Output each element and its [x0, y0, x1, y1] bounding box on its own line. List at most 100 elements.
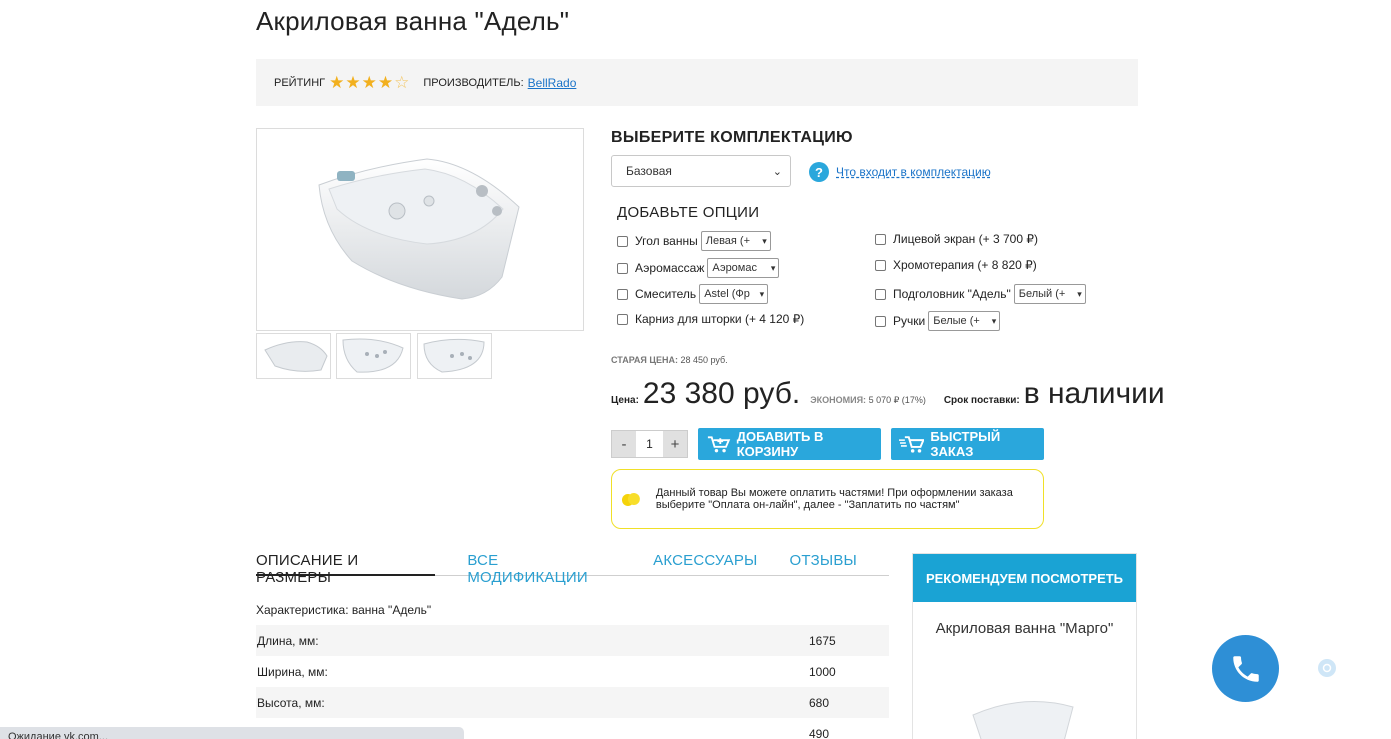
recommend-item-name[interactable]: Акриловая ванна "Марго" — [913, 620, 1136, 637]
chevron-down-icon: ▾ — [762, 235, 767, 246]
rating-label: РЕЙТИНГ — [274, 76, 326, 89]
option-select-value: Белые (+ — [933, 315, 980, 327]
option-checkbox[interactable] — [875, 233, 886, 245]
option-checkbox[interactable] — [875, 259, 886, 271]
old-price: СТАРАЯ ЦЕНА: 28 450 руб. — [611, 355, 728, 365]
old-price-value: 28 450 руб. — [680, 355, 728, 365]
option-select-value: Левая (+ — [705, 235, 751, 247]
star-icon: ★ — [329, 73, 345, 92]
option-checkbox[interactable] — [617, 288, 628, 300]
tab-description[interactable]: ОПИСАНИЕ И РАЗМЕРЫ — [256, 552, 436, 586]
recommend-panel: РЕКОМЕНДУЕМ ПОСМОТРЕТЬ Акриловая ванна "… — [912, 553, 1137, 739]
quick-order-button[interactable]: БЫСТРЫЙ ЗАКАЗ — [891, 428, 1044, 460]
chevron-down-icon: ▾ — [759, 288, 765, 299]
spec-value: 1675 — [809, 633, 836, 648]
product-meta-bar: РЕЙТИНГ ★ ★ ★ ★ ☆ ПРОИЗВОДИТЕЛЬ: BellRad… — [256, 59, 1138, 106]
table-row: Длина, мм: 1675 — [256, 625, 889, 656]
option-row: Лицевой экран (+ 3 700 ₽) — [875, 232, 1038, 246]
qty-plus-button[interactable]: + — [663, 431, 687, 457]
option-checkbox[interactable] — [875, 288, 886, 300]
configuration-select[interactable]: Базовая ⌄ — [611, 155, 791, 187]
maker-label: ПРОИЗВОДИТЕЛЬ: — [423, 76, 524, 89]
chevron-down-icon: ▾ — [770, 262, 776, 273]
installment-text: Данный товар Вы можете оплатить частями!… — [655, 487, 1013, 511]
call-button[interactable] — [1212, 635, 1279, 702]
price-row: Цена: 23 380 руб. ЭКОНОМИЯ: 5 070 ₽ (17%… — [611, 377, 1165, 411]
option-checkbox[interactable] — [875, 315, 886, 327]
product-main-image[interactable] — [256, 128, 584, 331]
option-label: Карниз для шторки (+ 4 120 ₽) — [635, 312, 805, 326]
option-select-value: Astel (Фр — [704, 288, 750, 300]
star-icon: ★ — [345, 73, 361, 92]
option-row: Аэромассаж Аэромас ▾ — [617, 258, 780, 278]
options-title: ДОБАВЬТЕ ОПЦИИ — [617, 204, 760, 221]
price-label: Цена: — [611, 395, 639, 406]
qty-value[interactable]: 1 — [636, 431, 663, 457]
configuration-help-link[interactable]: Что входит в комплектацию — [836, 165, 991, 179]
quantity-stepper: - 1 + — [611, 430, 688, 458]
option-label: Аэромассаж — [635, 261, 705, 275]
product-tabs: ОПИСАНИЕ И РАЗМЕРЫ ВСЕ МОДИФИКАЦИИ АКСЕС… — [256, 552, 889, 586]
option-row: Подголовник "Адель" Белый (+ ▾ — [875, 284, 1086, 304]
option-label: Угол ванны — [635, 234, 698, 248]
star-icon: ★ — [361, 73, 377, 92]
configuration-selected: Базовая — [626, 164, 672, 178]
chevron-down-icon: ▾ — [1077, 288, 1082, 299]
economy: ЭКОНОМИЯ: 5 070 ₽ (17%) — [810, 395, 926, 406]
option-checkbox[interactable] — [617, 235, 628, 247]
option-label: Смеситель — [635, 287, 697, 301]
tab-reviews[interactable]: ОТЗЫВЫ — [790, 552, 857, 576]
option-checkbox[interactable] — [617, 262, 628, 274]
product-thumbnail[interactable] — [336, 333, 411, 379]
chevron-down-icon: ▾ — [991, 315, 997, 326]
star-empty-icon: ☆ — [394, 73, 410, 92]
delivery-label: Срок поставки: — [943, 395, 1020, 406]
option-row: Ручки Белые (+ ▾ — [875, 311, 1001, 331]
product-thumbnail[interactable] — [256, 333, 331, 379]
option-select[interactable]: Astel (Фр ▾ — [699, 284, 769, 304]
table-row: Ширина, мм: 1000 — [256, 656, 889, 687]
maker-link[interactable]: BellRado — [528, 76, 577, 90]
economy-label: ЭКОНОМИЯ: — [810, 395, 867, 405]
tab-accessories[interactable]: АКСЕССУАРЫ — [653, 552, 757, 576]
delivery-value: в наличии — [1023, 377, 1165, 410]
option-select[interactable]: Белые (+ ▾ — [928, 311, 1001, 331]
option-select[interactable]: Левая (+ ▾ — [700, 231, 771, 251]
chat-widget-icon[interactable] — [1318, 659, 1336, 677]
option-select[interactable]: Аэромас ▾ — [707, 258, 780, 278]
option-checkbox[interactable] — [617, 313, 628, 325]
option-label: Лицевой экран (+ 3 700 ₽) — [893, 232, 1038, 246]
product-thumbnail[interactable] — [417, 333, 492, 379]
configuration-title: ВЫБЕРИТЕ КОМПЛЕКТАЦИЮ — [611, 129, 853, 146]
option-label: Подголовник "Адель" — [893, 287, 1011, 301]
option-select-value: Белый (+ — [1018, 288, 1066, 300]
economy-value: 5 070 ₽ (17%) — [868, 395, 926, 405]
spec-key: Высота, мм: — [257, 695, 325, 710]
phone-icon — [1232, 655, 1259, 682]
option-label: Хромотерапия (+ 8 820 ₽) — [893, 258, 1037, 272]
fast-cart-icon — [899, 436, 925, 453]
price-value: 23 380 руб. — [642, 377, 801, 410]
option-row: Смеситель Astel (Фр ▾ — [617, 284, 769, 304]
recommend-item-image[interactable] — [913, 685, 1136, 739]
question-icon[interactable]: ? — [809, 162, 829, 182]
add-to-cart-label: ДОБАВИТЬ В КОРЗИНУ — [736, 429, 824, 459]
quick-order-label: БЫСТРЫЙ ЗАКАЗ — [930, 429, 1001, 459]
product-title: Акриловая ванна "Адель" — [256, 6, 570, 36]
table-row: Высота, мм: 680 — [256, 687, 889, 718]
option-select-value: Аэромас — [712, 262, 757, 274]
chevron-down-icon: ⌄ — [772, 165, 782, 178]
browser-status-bar: Ожидание vk.com... — [0, 727, 464, 739]
cart-icon — [707, 436, 731, 453]
recommend-title: РЕКОМЕНДУЕМ ПОСМОТРЕТЬ — [913, 554, 1136, 602]
add-to-cart-button[interactable]: ДОБАВИТЬ В КОРЗИНУ — [698, 428, 881, 460]
spec-key: Ширина, мм: — [257, 664, 328, 679]
spec-value: 490 — [809, 726, 830, 739]
qty-minus-button[interactable]: - — [612, 431, 636, 457]
tab-modifications[interactable]: ВСЕ МОДИФИКАЦИИ — [467, 552, 621, 586]
old-price-label: СТАРАЯ ЦЕНА: — [611, 355, 678, 365]
rating-stars: ★ ★ ★ ★ ☆ — [329, 74, 409, 91]
option-select[interactable]: Белый (+ ▾ — [1013, 284, 1086, 304]
installment-info: Данный товар Вы можете оплатить частями!… — [611, 469, 1044, 529]
spec-key: Длина, мм: — [257, 633, 319, 648]
